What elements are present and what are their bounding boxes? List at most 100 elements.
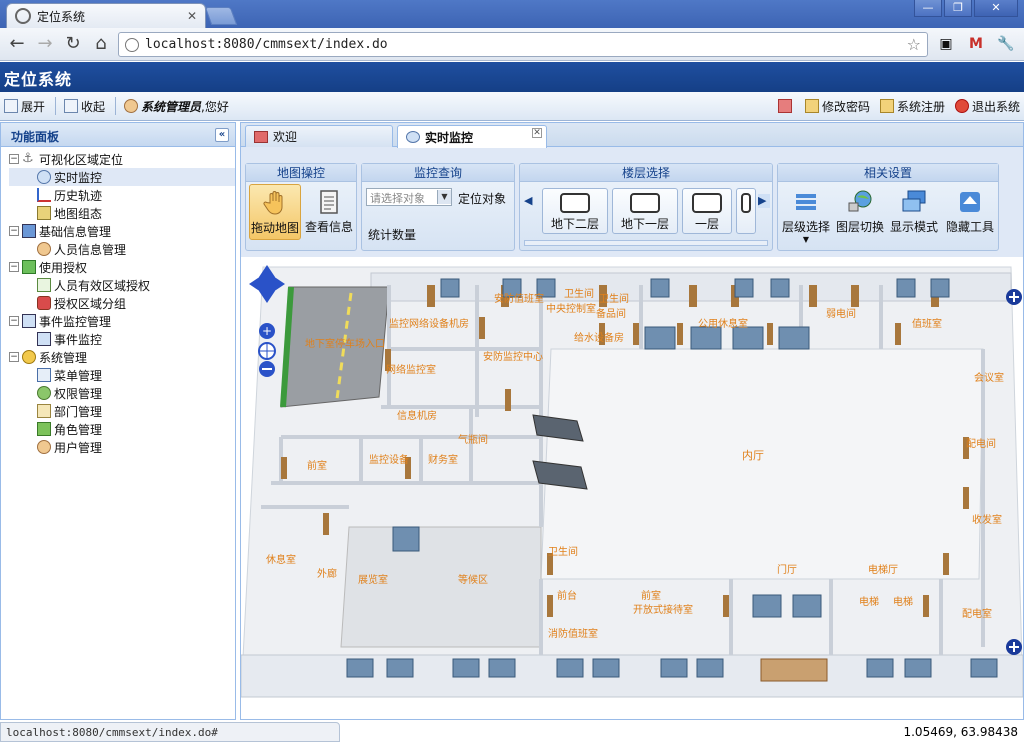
tree-item-menu-admin[interactable]: 菜单管理 — [9, 366, 235, 384]
map-label[interactable]: 信息机房 — [397, 409, 437, 422]
map-label[interactable]: 等候区 — [458, 573, 488, 586]
map-label[interactable]: 配电间 — [966, 437, 996, 450]
tree-item-permission-admin[interactable]: 权限管理 — [9, 384, 235, 402]
map-label[interactable]: 监控网络设备机房 — [389, 317, 469, 330]
floor-scrollbar[interactable] — [524, 240, 768, 246]
tree-item-area-group[interactable]: 授权区域分组 — [9, 294, 235, 312]
minimize-button[interactable]: — — [914, 0, 942, 17]
map-label[interactable]: 消防值班室 — [548, 627, 598, 640]
address-bar[interactable]: localhost:8080/cmmsext/index.do ☆ — [118, 32, 928, 57]
expand-map-bottom-icon[interactable] — [1006, 639, 1022, 655]
chevron-down-icon[interactable]: ▼ — [437, 190, 451, 204]
map-label[interactable]: 中央控制室 — [546, 302, 596, 315]
map-label[interactable]: 给水设备房 — [574, 331, 624, 344]
floor-1-button[interactable]: 一层 — [682, 188, 732, 234]
close-tab-icon[interactable]: ✕ — [187, 9, 197, 23]
floor-map[interactable]: 安防值班室 卫生间 监控网络设备机房 备品间 中央控制室 卫生间 给水设备房 公… — [241, 257, 1023, 719]
map-label[interactable]: 会议室 — [974, 371, 1004, 384]
logout-button[interactable]: 退出系统 — [954, 98, 1020, 115]
map-label[interactable]: 弱电间 — [826, 307, 856, 320]
drag-map-button[interactable]: 拖动地图 — [249, 184, 301, 240]
map-label[interactable]: 休息室 — [266, 553, 296, 566]
map-label[interactable]: 安防值班室 — [494, 292, 544, 305]
level-select-button[interactable]: 层级选择 ▼ — [780, 184, 832, 248]
layer-switch-button[interactable]: 图层切换 — [834, 184, 886, 240]
extension-icon[interactable]: ▣ — [936, 34, 956, 54]
change-password-button[interactable]: 修改密码 — [804, 98, 870, 115]
locate-object-button[interactable]: 定位对象 — [458, 190, 506, 207]
display-mode-button[interactable]: 显示模式 — [888, 184, 940, 240]
tree-item-history-track[interactable]: 历史轨迹 — [9, 186, 235, 204]
close-window-button[interactable]: ✕ — [974, 0, 1018, 17]
map-label[interactable]: 财务室 — [428, 453, 458, 466]
floor-scroll-left-icon[interactable]: ◀ — [524, 194, 536, 208]
register-button[interactable]: 系统注册 — [879, 98, 945, 115]
tree-group-visual-location[interactable]: − ⚓ 可视化区域定位 — [9, 150, 235, 168]
home-shortcut[interactable] — [777, 99, 795, 113]
map-label[interactable]: 备品间 — [596, 307, 626, 320]
tree-item-department-admin[interactable]: 部门管理 — [9, 402, 235, 420]
map-label[interactable]: 安防监控中心 — [483, 350, 543, 363]
map-label[interactable]: 卫生间 — [599, 292, 629, 305]
maximize-button[interactable]: ❐ — [944, 0, 972, 17]
floor-b1-button[interactable]: 地下一层 — [612, 188, 678, 234]
stats-count-button[interactable]: 统计数量 — [368, 226, 416, 243]
map-label[interactable]: 前台 — [557, 589, 577, 602]
collapse-button[interactable]: 收起 — [64, 98, 105, 115]
tree-group-authorization[interactable]: − 使用授权 — [9, 258, 235, 276]
view-info-button[interactable]: 查看信息 — [303, 184, 355, 240]
new-tab-button[interactable] — [204, 7, 238, 25]
home-icon[interactable]: ⌂ — [90, 34, 112, 54]
map-label[interactable]: 配电室 — [962, 607, 992, 620]
map-label[interactable]: 前室 — [307, 459, 327, 472]
browser-tab[interactable]: 定位系统 ✕ — [6, 3, 206, 28]
tree-item-area-authorization[interactable]: 人员有效区域授权 — [9, 276, 235, 294]
map-label[interactable]: 公用休息室 — [698, 317, 748, 330]
tree-item-realtime-monitor[interactable]: 实时监控 — [9, 168, 235, 186]
gmail-icon[interactable]: M — [966, 34, 986, 54]
map-label[interactable]: 值班室 — [912, 317, 942, 330]
tree-item-event-monitor[interactable]: 事件监控 — [9, 330, 235, 348]
tree-item-user-admin[interactable]: 用户管理 — [9, 438, 235, 456]
object-select[interactable]: 请选择对象 ▼ — [366, 188, 452, 206]
back-icon[interactable]: ← — [6, 34, 28, 54]
map-label[interactable]: 外廊 — [317, 567, 337, 580]
floor-next-button[interactable] — [736, 188, 756, 234]
map-label[interactable]: 气瓶间 — [458, 433, 488, 446]
map-label[interactable]: 前室 — [641, 589, 661, 602]
map-label[interactable]: 电梯厅 — [868, 563, 898, 576]
map-label[interactable]: 地下室停车场入口 — [305, 337, 385, 350]
map-label[interactable]: 门厅 — [777, 563, 797, 576]
map-label[interactable]: 网络监控室 — [386, 363, 436, 376]
map-label[interactable]: 内厅 — [742, 448, 764, 462]
tree-group-system-admin[interactable]: − 系统管理 — [9, 348, 235, 366]
tab-welcome[interactable]: 欢迎 — [245, 125, 393, 147]
map-label[interactable]: 监控设备 — [369, 453, 409, 466]
floor-plan-svg[interactable]: 安防值班室 卫生间 监控网络设备机房 备品间 中央控制室 卫生间 给水设备房 公… — [241, 257, 1023, 719]
close-tab-icon[interactable]: ✕ — [532, 128, 542, 138]
expand-map-icon[interactable] — [1006, 289, 1022, 305]
tree-toggle-icon[interactable]: − — [9, 352, 19, 362]
map-label[interactable]: 电梯 — [859, 595, 879, 608]
expand-button[interactable]: 展开 — [4, 98, 45, 115]
bookmark-star-icon[interactable]: ☆ — [907, 35, 921, 54]
tree-toggle-icon[interactable]: − — [9, 226, 19, 236]
hide-tools-button[interactable]: 隐藏工具 — [942, 184, 998, 240]
tree-toggle-icon[interactable]: − — [9, 154, 19, 164]
map-label[interactable]: 展览室 — [358, 573, 388, 586]
wrench-icon[interactable]: 🔧 — [996, 34, 1016, 54]
tree-item-personnel-info[interactable]: 人员信息管理 — [9, 240, 235, 258]
tab-realtime-monitor[interactable]: 实时监控 ✕ — [397, 125, 547, 148]
floor-b2-button[interactable]: 地下二层 — [542, 188, 608, 234]
reload-icon[interactable]: ↻ — [62, 34, 84, 54]
page-info-icon[interactable] — [125, 37, 139, 52]
tree-item-role-admin[interactable]: 角色管理 — [9, 420, 235, 438]
map-label[interactable]: 收发室 — [972, 513, 1002, 526]
tree-toggle-icon[interactable]: − — [9, 316, 19, 326]
tree-group-basic-info[interactable]: − 基础信息管理 — [9, 222, 235, 240]
map-label[interactable]: 卫生间 — [548, 545, 578, 558]
tree-group-event-monitor[interactable]: − 事件监控管理 — [9, 312, 235, 330]
collapse-panel-icon[interactable]: « — [215, 128, 229, 142]
map-label[interactable]: 卫生间 — [564, 287, 594, 300]
map-label[interactable]: 开放式接待室 — [633, 603, 693, 616]
